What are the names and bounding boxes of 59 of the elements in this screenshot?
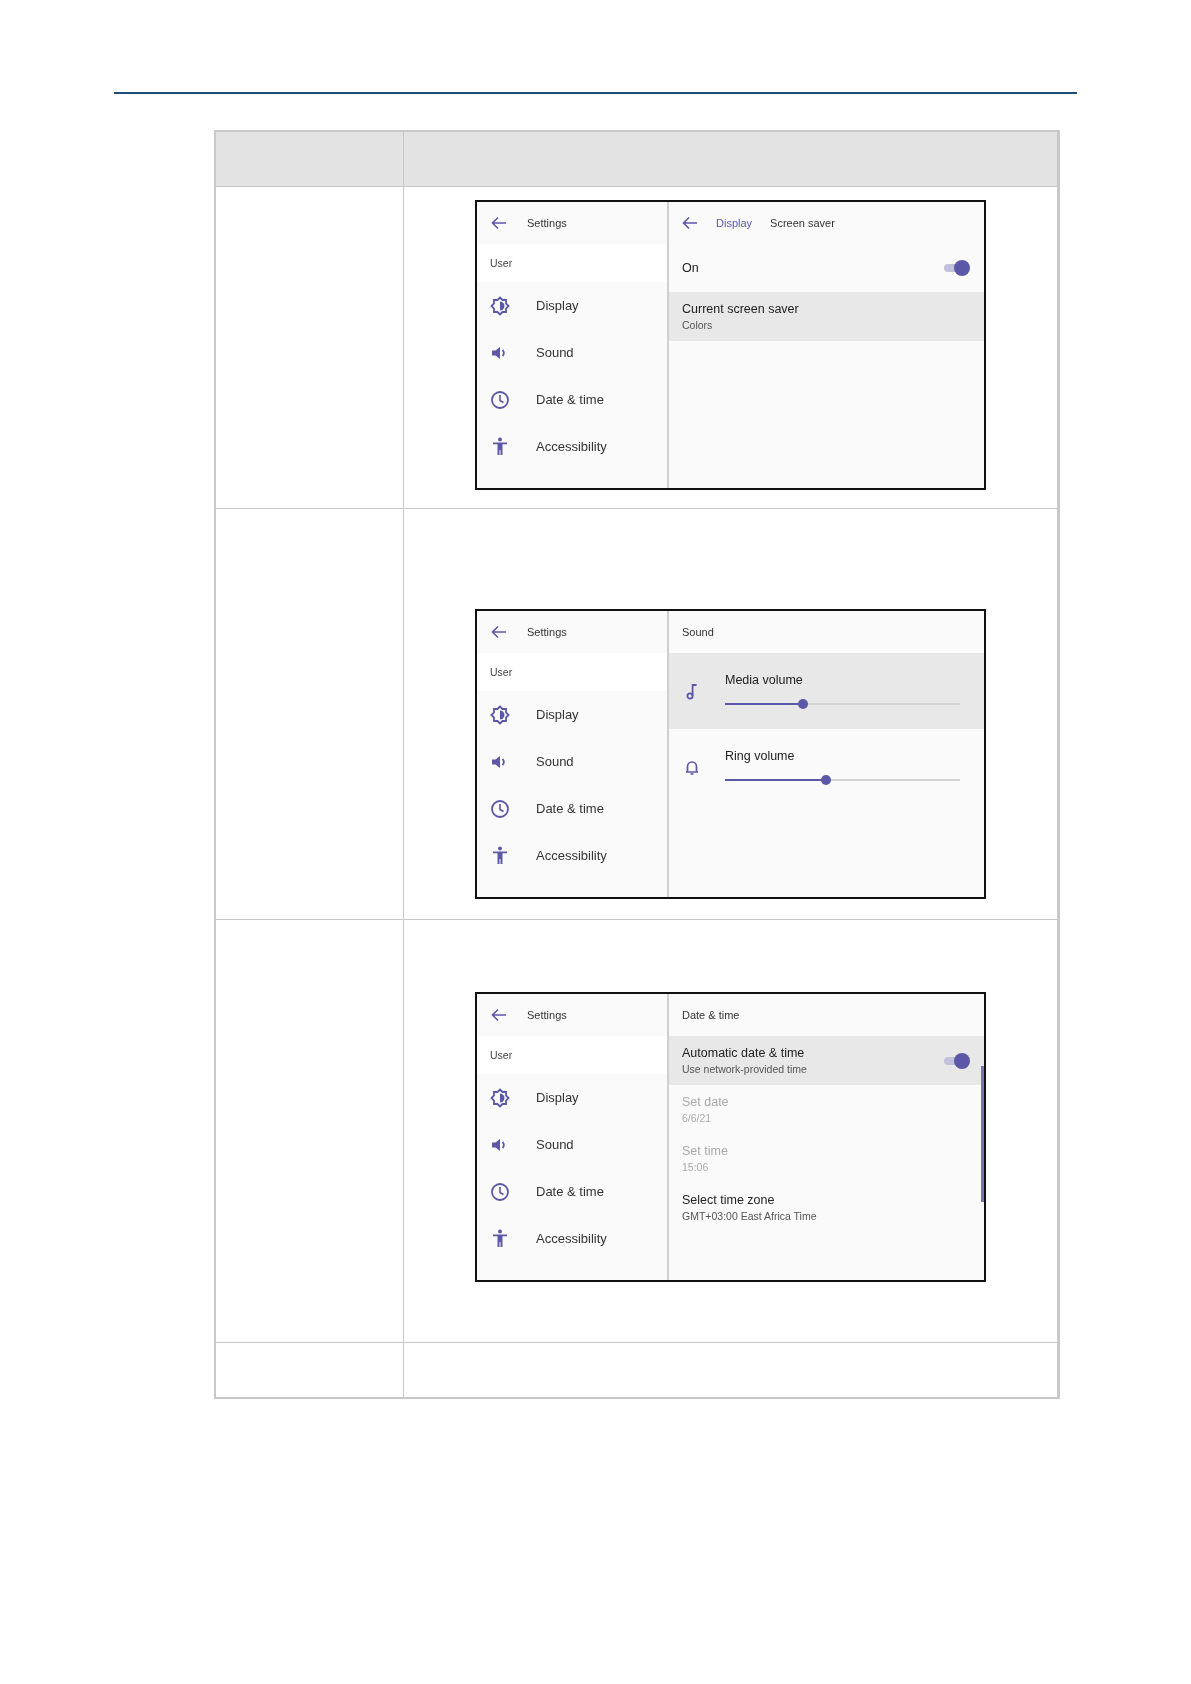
sidebar-item[interactable]: Display — [536, 707, 579, 722]
setting-title: Select time zone — [682, 1193, 776, 1207]
setting-title: Automatic date & time — [682, 1046, 806, 1060]
user-section-label: User — [490, 257, 513, 269]
setting-summary: Colors — [682, 319, 714, 331]
setting-summary: 6/6/21 — [682, 1112, 713, 1124]
sidebar-item[interactable]: Date & time — [536, 801, 604, 816]
back-arrow-icon[interactable] — [491, 1008, 507, 1022]
slider-label: Media volume — [725, 673, 804, 687]
page-title: Screen saver — [770, 217, 835, 229]
user-section-label: User — [490, 666, 513, 678]
music-note-icon — [685, 682, 699, 700]
sidebar-item[interactable]: Display — [536, 1090, 579, 1105]
settings-title: Settings — [527, 626, 567, 638]
sidebar-item[interactable]: Accessibility — [536, 848, 607, 863]
sidebar-item[interactable]: Accessibility — [536, 439, 607, 454]
sidebar-item[interactable]: Sound — [536, 1137, 574, 1152]
settings-title: Settings — [527, 217, 567, 229]
scrollbar[interactable] — [981, 1066, 984, 1202]
accessibility-icon — [490, 1228, 510, 1249]
setting-summary: GMT+03:00 East Africa Time — [682, 1210, 818, 1222]
accessibility-icon — [490, 845, 510, 866]
page-title: Date & time — [682, 1009, 740, 1021]
bell-icon — [685, 758, 699, 776]
setting-summary: 15:06 — [682, 1161, 710, 1173]
sidebar-item[interactable]: Date & time — [536, 392, 604, 407]
sidebar-item[interactable]: Accessibility — [536, 1231, 607, 1246]
setting-title: On — [682, 261, 700, 275]
sidebar-item[interactable]: Sound — [536, 754, 574, 769]
brightness-icon — [490, 704, 510, 725]
back-arrow-icon[interactable] — [491, 625, 507, 639]
page-title: Sound — [682, 626, 714, 638]
toggle-switch[interactable] — [944, 259, 970, 277]
setting-row[interactable]: Automatic date & time Use network-provided time — [669, 1036, 984, 1085]
setting-title: Set date — [682, 1095, 730, 1109]
breadcrumb-link[interactable]: Display — [716, 217, 753, 229]
back-arrow-icon[interactable] — [491, 216, 507, 230]
clock-icon — [490, 798, 510, 819]
user-section-label: User — [490, 1049, 513, 1061]
clock-icon — [490, 389, 510, 410]
setting-row[interactable]: Current screen saver Colors — [669, 292, 984, 341]
brightness-icon — [490, 295, 510, 316]
setting-row[interactable]: Select time zone GMT+03:00 East Africa Time — [669, 1183, 984, 1232]
back-arrow-icon[interactable] — [682, 216, 698, 230]
settings-title: Settings — [527, 1009, 567, 1021]
setting-summary: Use network-provided time — [682, 1063, 808, 1075]
volume-slider[interactable] — [725, 699, 960, 709]
sidebar-item[interactable]: Display — [536, 298, 579, 313]
brightness-icon — [490, 1087, 510, 1108]
setting-title: Set time — [682, 1144, 729, 1158]
slider-label: Ring volume — [725, 749, 796, 763]
toggle-switch[interactable] — [944, 1051, 970, 1070]
clock-icon — [490, 1181, 510, 1202]
volume-slider[interactable] — [725, 775, 960, 785]
accessibility-icon — [490, 436, 510, 457]
sidebar-item[interactable]: Date & time — [536, 1184, 604, 1199]
sidebar-item[interactable]: Sound — [536, 345, 574, 360]
setting-row[interactable]: On — [669, 244, 984, 292]
setting-title: Current screen saver — [682, 302, 800, 316]
